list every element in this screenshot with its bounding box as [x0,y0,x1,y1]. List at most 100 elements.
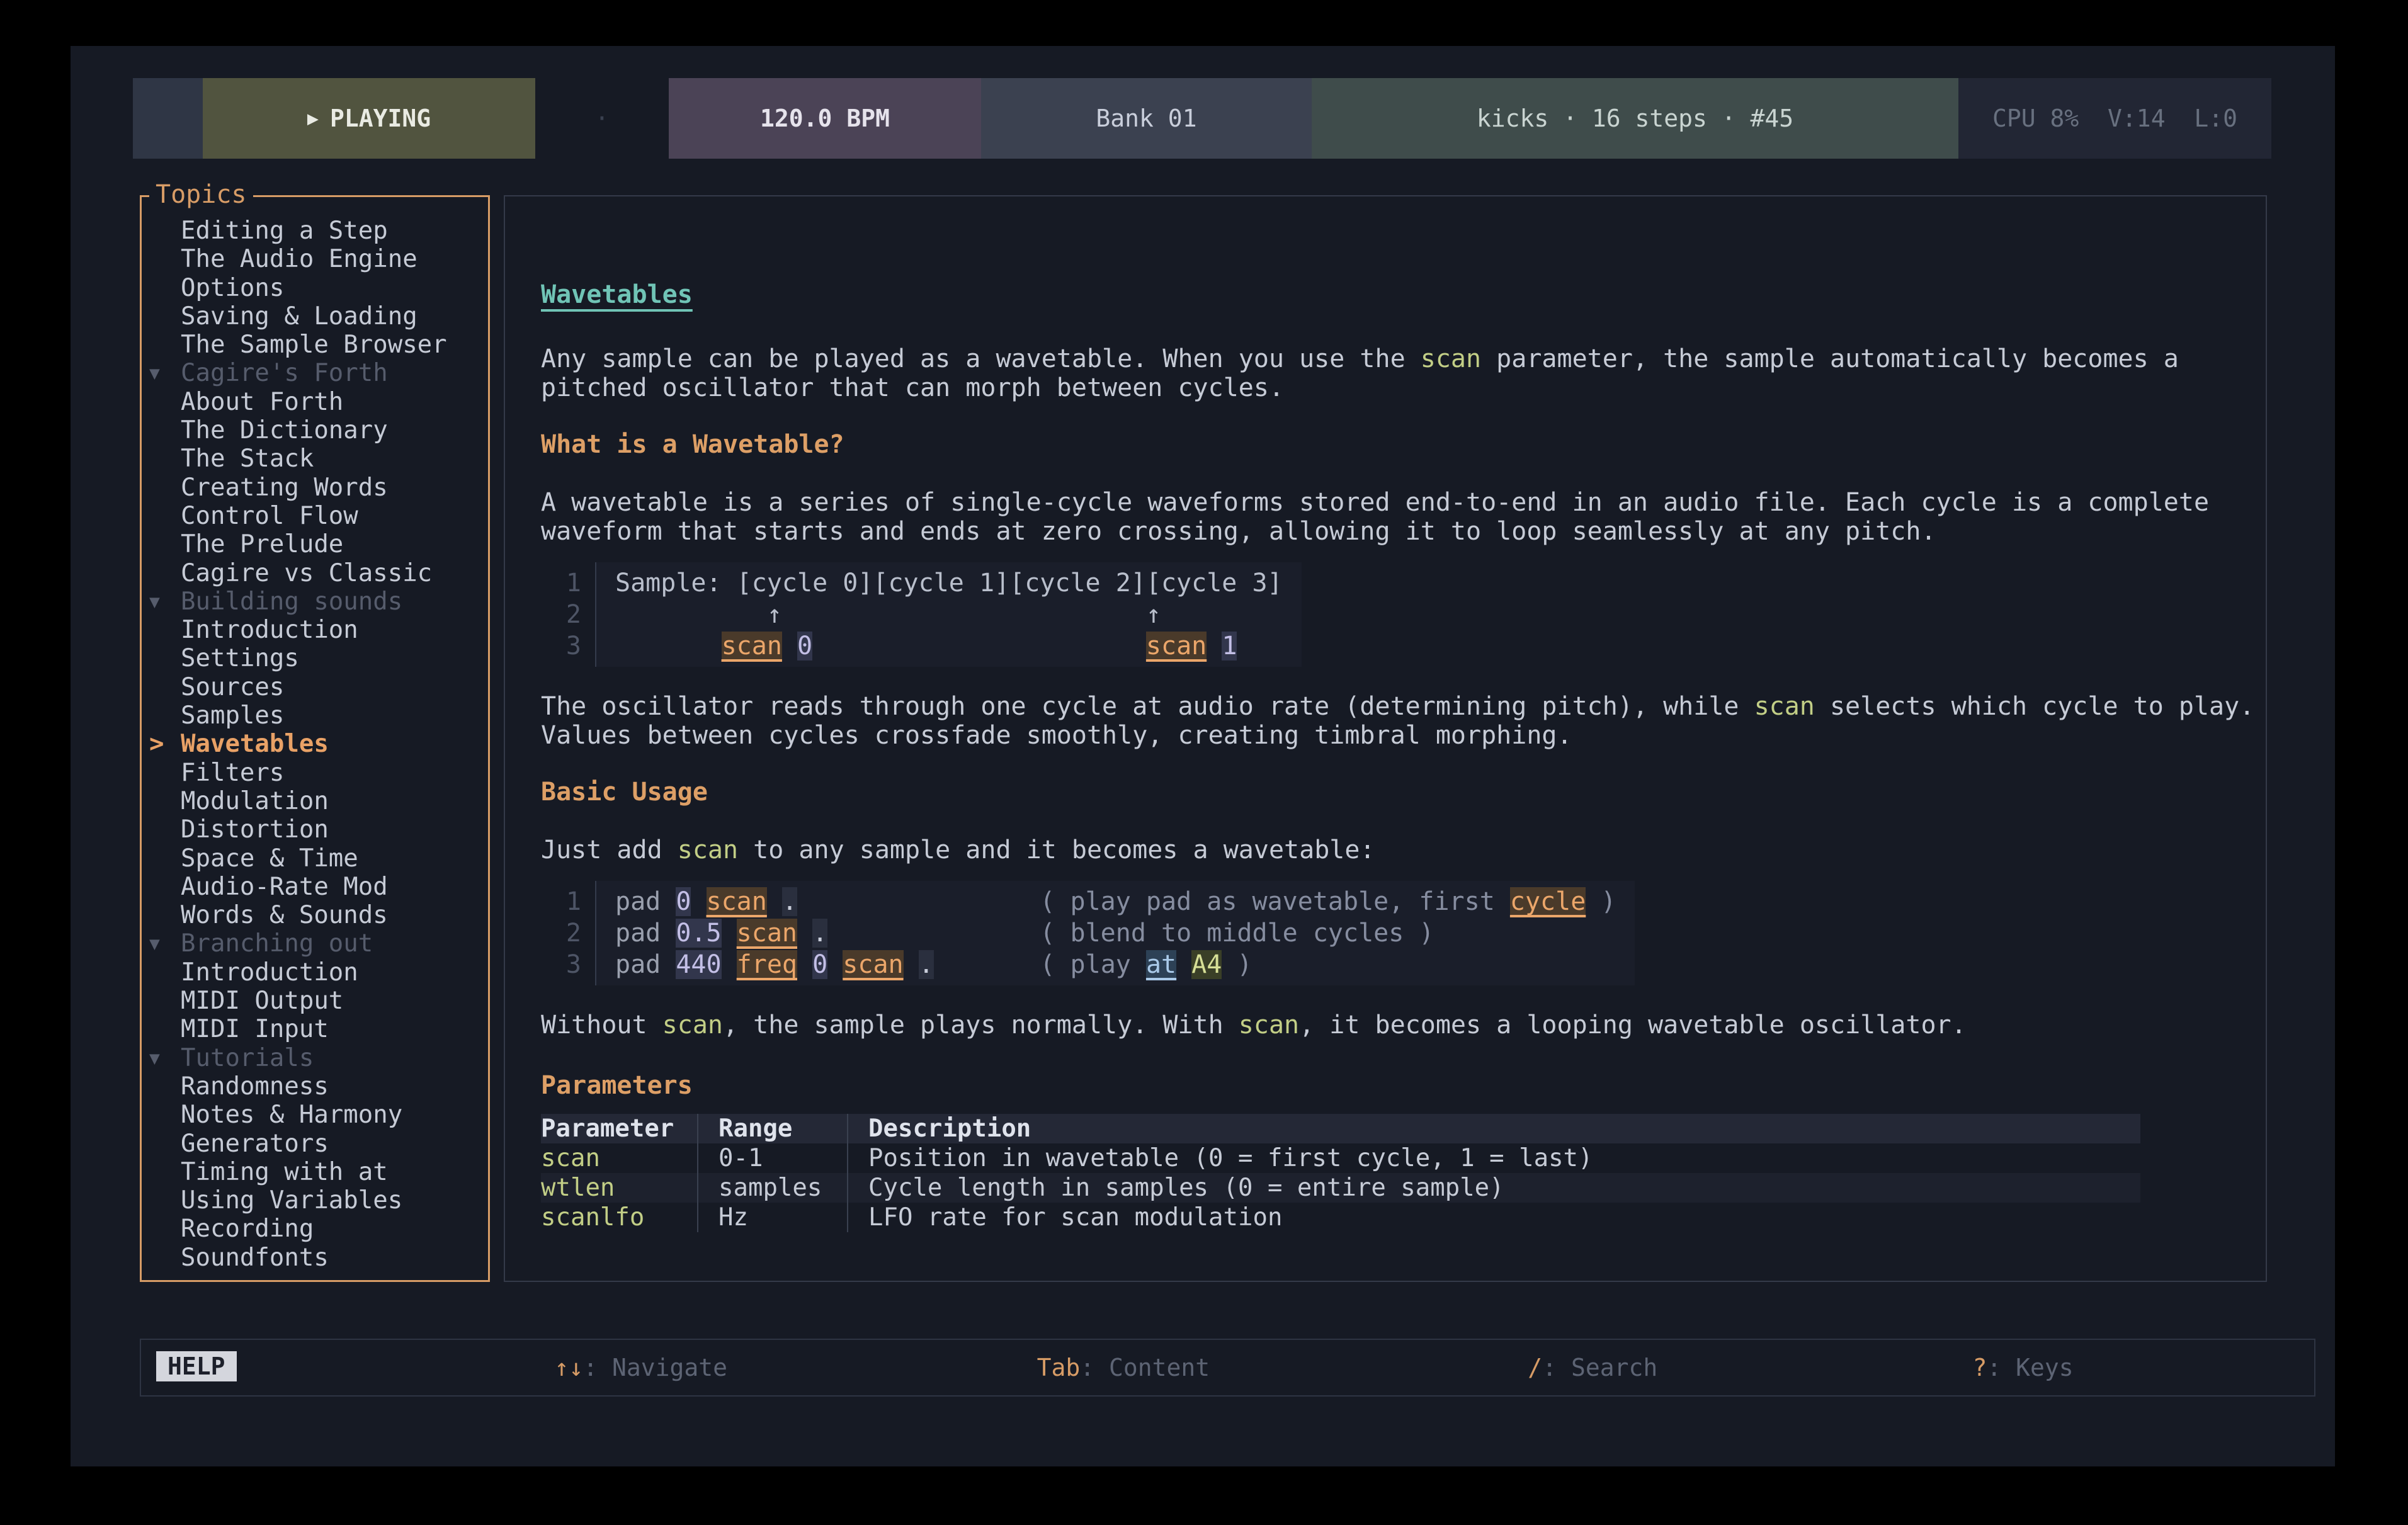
system-stats: CPU 8% V:14 L:0 [1958,78,2271,159]
section-collapse-icon: ▼ [149,1044,178,1072]
sidebar-item-the-dictionary[interactable]: The Dictionary [142,416,488,445]
code-comment: ) [1586,887,1616,916]
text-run: , it becomes a looping wavetable oscilla… [1299,1011,1967,1040]
line-numbers: 1 2 3 [541,562,581,667]
column-header-parameter: Parameter [541,1114,697,1143]
item-label: Filters [181,759,284,787]
sidebar-item-options[interactable]: Options [142,274,488,302]
sidebar-item-creating-words[interactable]: Creating Words [142,473,488,502]
item-label: The Audio Engine [181,245,417,273]
section-collapse-icon: ▼ [149,929,178,958]
item-label: MIDI Input [181,1015,329,1043]
sidebar-item-introduction-2[interactable]: Introduction [142,958,488,987]
code-token-dot: . [812,919,827,948]
sidebar-item-introduction[interactable]: Introduction [142,616,488,644]
pattern-display[interactable]: kicks · 16 steps · #45 [1312,78,1958,159]
item-label: Distortion [181,815,329,844]
text-run: Just add [541,836,678,865]
transport-status[interactable]: ▶PLAYING [203,78,535,159]
code-space [1176,950,1191,979]
item-label: Audio-Rate Mod [181,873,388,901]
section-label: Tutorials [181,1044,314,1072]
page-title: Wavetables [541,280,2234,309]
sidebar-section-branching-out[interactable]: ▼Branching out [142,929,488,958]
sidebar-item-audio-rate-mod[interactable]: Audio-Rate Mod [142,873,488,901]
code-body: pad 0 scan . ( play pad as wavetable, fi… [595,881,1635,985]
sidebar-section-building-sounds[interactable]: ▼Building sounds [142,587,488,616]
sidebar-item-sample-browser[interactable]: The Sample Browser [142,331,488,359]
sidebar-item-using-variables[interactable]: Using Variables [142,1186,488,1215]
section-heading-basic-usage: Basic Usage [541,778,2234,807]
hint-label: : Content [1080,1354,1210,1381]
code-token-number: 0 [797,632,812,660]
item-label: Modulation [181,787,329,815]
item-label: The Prelude [181,530,343,558]
code-comment: ( play pad as wavetable, first [1040,887,1510,916]
inline-code-scan: scan [1239,1011,1299,1040]
item-label: Control Flow [181,502,358,530]
item-label: Randomness [181,1072,329,1101]
sidebar-section-tutorials[interactable]: ▼Tutorials [142,1044,488,1072]
sidebar-item-editing-a-step[interactable]: Editing a Step [142,217,488,245]
code-space [797,887,1040,916]
sidebar-item-audio-engine[interactable]: The Audio Engine [142,245,488,273]
sidebar-item-saving-loading[interactable]: Saving & Loading [142,302,488,331]
bpm-display[interactable]: 120.0 BPM [669,78,981,159]
sidebar-item-timing-with-at[interactable]: Timing with at [142,1158,488,1186]
sidebar-item-settings[interactable]: Settings [142,644,488,672]
sidebar-item-control-flow[interactable]: Control Flow [142,502,488,530]
code-space [615,632,722,660]
sidebar-item-notes-harmony[interactable]: Notes & Harmony [142,1101,488,1129]
param-range: Hz [697,1203,847,1232]
sidebar-section-cagires-forth[interactable]: ▼Cagire's Forth [142,359,488,387]
code-space [722,950,737,979]
code-comment: ( play [1040,950,1146,979]
section-collapse-icon: ▼ [149,359,178,387]
key-question: ? [1972,1354,1987,1381]
sidebar-item-midi-output[interactable]: MIDI Output [142,987,488,1015]
code-comment: ) [1222,950,1252,979]
code-space [827,950,843,979]
key-arrows: ↑↓ [554,1354,583,1381]
sidebar-item-recording[interactable]: Recording [142,1215,488,1243]
sidebar-item-about-forth[interactable]: About Forth [142,388,488,416]
content-panel[interactable]: Wavetables Any sample can be played as a… [504,195,2267,1282]
inline-code-scan: scan [1421,344,1481,373]
code-space [722,919,737,948]
item-label: Timing with at [181,1158,388,1186]
sidebar-item-wavetables-selected[interactable]: >Wavetables [142,730,488,758]
sidebar-item-space-time[interactable]: Space & Time [142,844,488,873]
sidebar-item-the-prelude[interactable]: The Prelude [142,530,488,558]
item-label: Settings [181,644,299,672]
item-label: The Stack [181,445,314,473]
key-tab: Tab [1037,1354,1081,1381]
code-block-wavetable-diagram: 1 2 3 Sample: [cycle 0][cycle 1][cycle 2… [541,562,2234,667]
hint-label: : Search [1542,1354,1657,1381]
table-row-wtlen: wtlen samples Cycle length in samples (0… [541,1173,2140,1203]
sidebar-item-generators[interactable]: Generators [142,1130,488,1158]
table-row-scanlfo: scanlfo Hz LFO rate for scan modulation [541,1203,2140,1232]
sidebar-item-distortion[interactable]: Distortion [142,815,488,844]
sidebar-item-sources[interactable]: Sources [142,673,488,701]
sidebar-item-soundfonts[interactable]: Soundfonts [142,1244,488,1272]
param-range: 0-1 [697,1143,847,1173]
line-number: 3 [541,630,581,662]
sidebar-item-modulation[interactable]: Modulation [142,787,488,815]
code-space [782,632,797,660]
sidebar-item-the-stack[interactable]: The Stack [142,445,488,473]
item-label: Soundfonts [181,1244,329,1272]
sidebar-item-midi-input[interactable]: MIDI Input [142,1015,488,1043]
item-label: Words & Sounds [181,901,388,929]
item-label: MIDI Output [181,987,343,1015]
sidebar-item-filters[interactable]: Filters [142,759,488,787]
bank-display[interactable]: Bank 01 [981,78,1312,159]
sidebar-item-cagire-vs-classic[interactable]: Cagire vs Classic [142,559,488,587]
section-label: Building sounds [181,587,402,616]
sidebar-item-samples[interactable]: Samples [142,701,488,730]
sidebar-item-randomness[interactable]: Randomness [142,1072,488,1101]
param-name: scan [541,1143,697,1173]
hint-search: /: Search [1528,1340,1657,1395]
sidebar-item-words-sounds[interactable]: Words & Sounds [142,901,488,929]
sidebar-title: Topics [149,180,253,209]
section-collapse-icon: ▼ [149,587,178,616]
